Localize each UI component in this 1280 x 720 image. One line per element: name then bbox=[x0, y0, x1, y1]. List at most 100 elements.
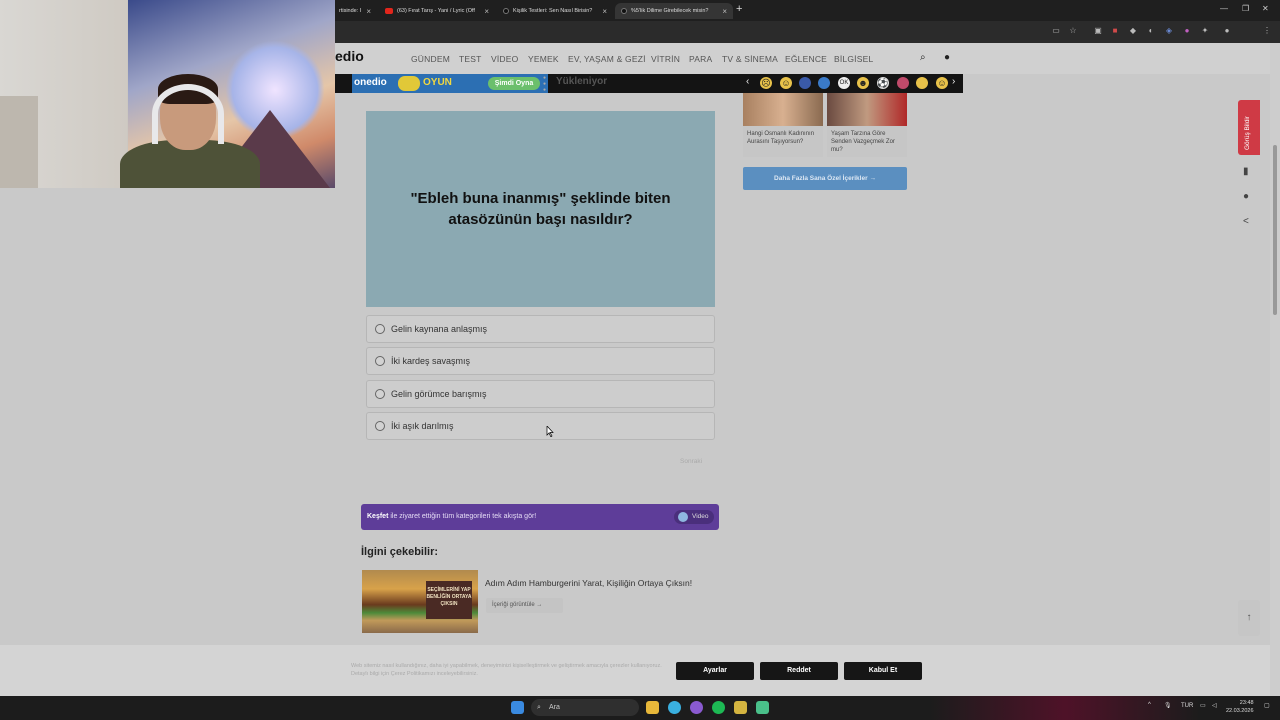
oyun-title: OYUN bbox=[423, 77, 452, 88]
chrome-icon[interactable] bbox=[668, 701, 681, 714]
emoji-icon[interactable]: ☺ bbox=[780, 77, 792, 89]
new-tab-button[interactable]: + bbox=[736, 3, 742, 15]
sidebar-card[interactable]: Yaşam Tarzına Göre Senden Vazgeçmek Zor … bbox=[827, 93, 907, 157]
soccer-icon[interactable]: ⚽ bbox=[877, 77, 889, 89]
close-icon[interactable]: × bbox=[722, 7, 727, 16]
youtube-icon bbox=[385, 8, 393, 14]
chevron-up-icon[interactable]: ^ bbox=[1148, 702, 1151, 708]
card-image bbox=[743, 93, 823, 126]
quiz-option[interactable]: İki kardeş savaşmış bbox=[366, 347, 715, 375]
user-icon[interactable]: ● bbox=[944, 52, 950, 63]
heart-icon[interactable] bbox=[897, 77, 909, 89]
nav-item[interactable]: TEST bbox=[459, 54, 482, 64]
share-icon[interactable]: < bbox=[1243, 216, 1249, 227]
microphone-icon[interactable]: 🎙 bbox=[1164, 702, 1172, 709]
close-icon[interactable]: × bbox=[484, 7, 489, 16]
app-icon[interactable] bbox=[690, 701, 703, 714]
cookie-reject-button[interactable]: Reddet bbox=[760, 662, 838, 680]
profile-icon[interactable]: ● bbox=[1222, 26, 1232, 36]
webcam-background bbox=[0, 96, 38, 188]
card-title: Yaşam Tarzına Göre Senden Vazgeçmek Zor … bbox=[831, 131, 895, 153]
extension-icon[interactable]: ● bbox=[1182, 26, 1192, 36]
crown-icon[interactable] bbox=[916, 77, 928, 89]
extensions-puzzle-icon[interactable]: ✦ bbox=[1200, 26, 1210, 36]
radio-icon[interactable] bbox=[375, 389, 385, 399]
extension-icon[interactable]: ▣ bbox=[1093, 26, 1103, 36]
card-title: Hangi Osmanlı Kadınının Aurasını Taşıyor… bbox=[747, 131, 815, 145]
more-content-button[interactable]: Daha Fazla Sana Özel İçerikler → bbox=[743, 167, 907, 190]
nav-item[interactable]: VİDEO bbox=[491, 54, 518, 64]
radio-icon[interactable] bbox=[375, 356, 385, 366]
flag-icon[interactable] bbox=[818, 77, 830, 89]
quiz-option[interactable]: Gelin görümce barışmış bbox=[366, 380, 715, 408]
radio-icon[interactable] bbox=[375, 421, 385, 431]
quiz-option[interactable]: Gelin kaynana anlaşmış bbox=[366, 315, 715, 343]
ok-icon[interactable]: OK bbox=[838, 77, 850, 89]
browser-tab[interactable]: rtisinde: I × bbox=[333, 3, 377, 19]
nav-item[interactable]: PARA bbox=[689, 54, 712, 64]
view-content-button[interactable]: İçeriği görüntüle → bbox=[486, 598, 563, 613]
browser-tab[interactable]: (63) Fırat Tarış - Yani / Lyric (Off × bbox=[379, 3, 495, 19]
bookmark-icon[interactable]: ▮ bbox=[1243, 166, 1249, 177]
browser-tab[interactable]: Kişilik Testleri: Sen Nasıl Birisin? × bbox=[497, 3, 613, 19]
bookmark-star-icon[interactable]: ☆ bbox=[1068, 26, 1078, 36]
cookie-settings-button[interactable]: Ayarlar bbox=[676, 662, 754, 680]
nav-item[interactable]: EĞLENCE bbox=[785, 54, 827, 64]
system-clock[interactable]: 23:48 22.03.2026 bbox=[1226, 699, 1254, 715]
site-logo[interactable]: edio bbox=[335, 48, 364, 64]
emoji-icon[interactable]: ☺ bbox=[936, 77, 948, 89]
cookie-accept-button[interactable]: Kabul Et bbox=[844, 662, 922, 680]
cast-icon[interactable]: ▭ bbox=[1051, 26, 1061, 36]
video-button[interactable]: Video bbox=[674, 510, 714, 524]
scrollbar[interactable] bbox=[1270, 43, 1280, 696]
chevron-left-icon[interactable]: ‹ bbox=[746, 76, 749, 87]
emoji-icon[interactable]: ☻ bbox=[857, 77, 869, 89]
site-icon bbox=[503, 8, 509, 14]
language-indicator[interactable]: TUR bbox=[1181, 703, 1193, 709]
close-icon[interactable]: × bbox=[602, 7, 607, 16]
arrow-right-icon: → bbox=[534, 602, 543, 608]
close-icon[interactable]: × bbox=[366, 7, 371, 16]
window-close-icon[interactable]: ✕ bbox=[1262, 4, 1269, 13]
play-now-button[interactable]: Şimdi Oyna bbox=[488, 77, 540, 90]
extension-icon[interactable]: ◈ bbox=[1164, 26, 1174, 36]
file-explorer-icon[interactable] bbox=[646, 701, 659, 714]
browser-tab-active[interactable]: %5'lik Dilime Girebilecek misin? × bbox=[615, 3, 733, 19]
nav-item[interactable]: EV, YAŞAM & GEZİ bbox=[568, 54, 646, 64]
minimize-icon[interactable]: — bbox=[1220, 4, 1228, 13]
nav-item[interactable]: GÜNDEM bbox=[411, 54, 450, 64]
spotify-icon[interactable] bbox=[712, 701, 725, 714]
flag-icon[interactable] bbox=[799, 77, 811, 89]
maximize-icon[interactable]: ❐ bbox=[1242, 4, 1249, 13]
sidebar-card[interactable]: Hangi Osmanlı Kadınının Aurasını Taşıyor… bbox=[743, 93, 823, 157]
extension-icon[interactable]: ◐ bbox=[1146, 26, 1156, 36]
nav-item[interactable]: TV & SİNEMA bbox=[722, 54, 778, 64]
taskbar-search[interactable]: ⌕ Ara bbox=[531, 699, 639, 716]
extension-icon[interactable]: ■ bbox=[1110, 26, 1120, 36]
scrollbar-thumb[interactable] bbox=[1273, 145, 1277, 315]
nav-item[interactable]: BİLGİSEL bbox=[834, 54, 873, 64]
volume-icon[interactable]: ◁ bbox=[1212, 702, 1217, 709]
headset-icon bbox=[152, 84, 224, 144]
app-icon[interactable] bbox=[756, 701, 769, 714]
emoji-icon[interactable]: ☹ bbox=[760, 77, 772, 89]
recommend-title[interactable]: Adım Adım Hamburgerini Yarat, Kişiliğin … bbox=[485, 578, 692, 588]
chevron-right-icon[interactable]: › bbox=[952, 76, 955, 87]
radio-icon[interactable] bbox=[375, 324, 385, 334]
windows-start-icon[interactable] bbox=[511, 701, 524, 714]
app-icon[interactable] bbox=[734, 701, 747, 714]
nav-item[interactable]: VİTRİN bbox=[651, 54, 680, 64]
extension-icon[interactable]: ◆ bbox=[1128, 26, 1138, 36]
network-icon[interactable]: ▭ bbox=[1200, 702, 1206, 709]
comment-icon[interactable]: ● bbox=[1243, 191, 1249, 202]
next-button[interactable]: Sonraki bbox=[680, 458, 702, 465]
search-icon[interactable]: ⌕ bbox=[920, 52, 926, 63]
notification-icon[interactable]: ▢ bbox=[1264, 702, 1270, 709]
explore-bold: Keşfet bbox=[367, 513, 389, 520]
quiz-option[interactable]: İki aşık darılmış bbox=[366, 412, 715, 440]
menu-icon[interactable]: ⋮ bbox=[1262, 26, 1272, 36]
scroll-to-top-button[interactable]: ↑ bbox=[1238, 600, 1260, 636]
nav-item[interactable]: YEMEK bbox=[528, 54, 559, 64]
clock-time: 23:48 bbox=[1239, 700, 1254, 706]
play-icon bbox=[678, 512, 688, 522]
